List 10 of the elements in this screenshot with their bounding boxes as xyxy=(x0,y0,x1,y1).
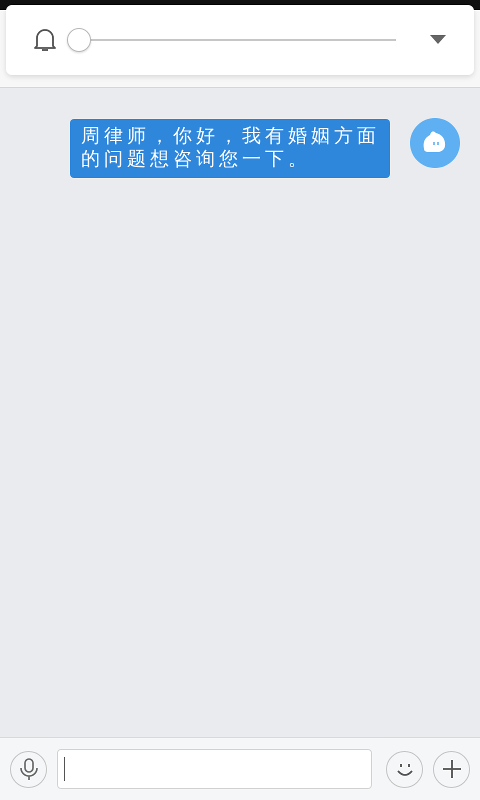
message-bubble: 周律师，你好，我有婚姻方面的问题想咨询您一下。 xyxy=(70,119,390,178)
message-input[interactable] xyxy=(57,749,372,789)
bell-icon xyxy=(33,27,57,53)
emoji-button[interactable] xyxy=(386,750,423,788)
caret-icon[interactable] xyxy=(430,35,446,45)
microphone-icon xyxy=(18,757,38,781)
add-button[interactable] xyxy=(433,750,470,788)
volume-slider[interactable] xyxy=(67,28,396,52)
microphone-button[interactable] xyxy=(10,750,47,788)
avatar-icon xyxy=(408,118,462,168)
